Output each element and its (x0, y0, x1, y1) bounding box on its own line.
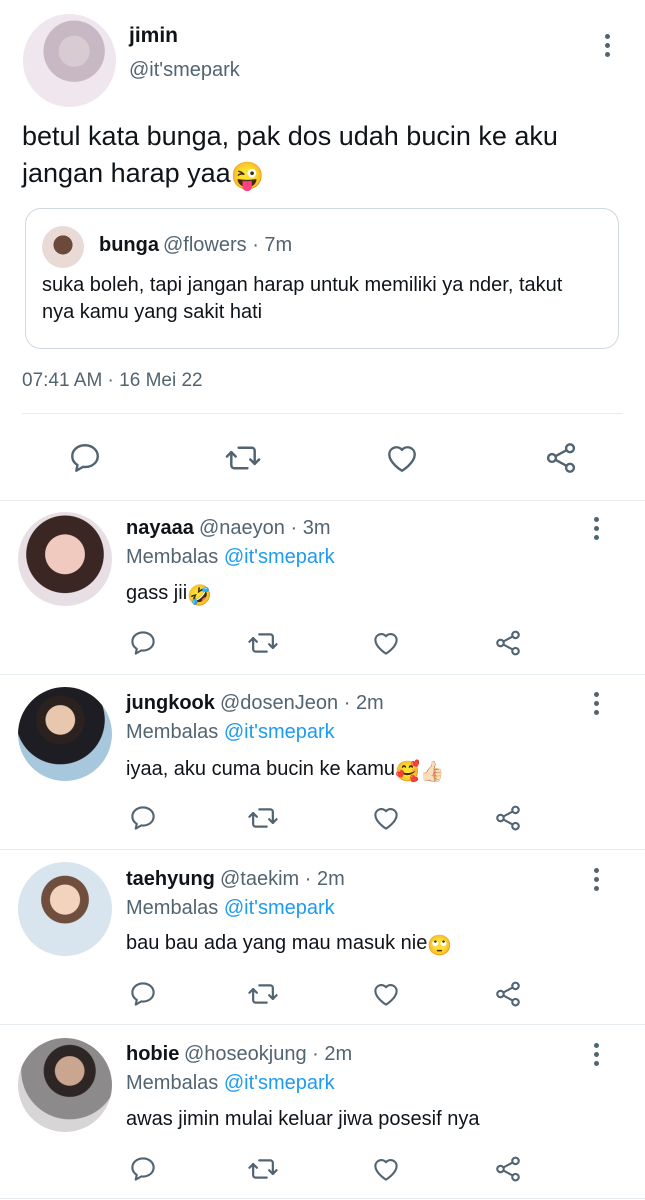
avatar-jimin[interactable] (23, 14, 116, 107)
avatar-jungkook[interactable] (18, 687, 112, 781)
reply-text: bau bau ada yang mau masuk nie🙄 (126, 932, 452, 958)
divider (0, 674, 645, 675)
author-handle[interactable]: @it'smepark (129, 59, 240, 82)
heart-icon[interactable] (370, 803, 402, 833)
quoted-text-line2: nya kamu yang sakit hati (42, 301, 263, 323)
reply-text-body: gass jii (126, 582, 188, 604)
speech-bubble-icon[interactable] (67, 440, 103, 476)
more-vertical-icon[interactable] (593, 1043, 599, 1069)
reply-text-body: awas jimin mulai keluar jiwa posesif nya (126, 1108, 480, 1130)
retweet-icon[interactable] (247, 979, 279, 1009)
heart-icon[interactable] (370, 1154, 402, 1184)
reply-text: gass jii🤣 (126, 582, 212, 608)
tweet-text-line1: betul kata bunga, pak dos udah bucin ke … (22, 121, 558, 151)
replying-to: Membalas @it'smepark (126, 546, 335, 569)
avatar-bunga (42, 226, 84, 268)
divider (0, 849, 645, 850)
retweet-icon[interactable] (247, 803, 279, 833)
divider (0, 1198, 645, 1199)
replying-prefix: Membalas (126, 721, 219, 743)
reply-text: iyaa, aku cuma bucin ke kamu🥰👍🏻 (126, 758, 445, 784)
avatar-hobie[interactable] (18, 1038, 112, 1132)
replying-to-link[interactable]: @it'smepark (224, 721, 335, 743)
reply-emoji: 🙄 (427, 935, 453, 957)
more-vertical-icon[interactable] (593, 517, 599, 543)
replying-to-link[interactable]: @it'smepark (224, 897, 335, 919)
more-vertical-icon[interactable] (604, 34, 610, 60)
avatar-taehyung[interactable] (18, 862, 112, 956)
reply-author-name[interactable]: hobie (126, 1043, 179, 1066)
speech-bubble-icon[interactable] (128, 979, 158, 1009)
reply-author-meta: @taekim · 2m (220, 868, 345, 890)
more-vertical-icon[interactable] (593, 868, 599, 894)
share-icon[interactable] (542, 440, 580, 476)
tweet-emoji: 😜 (230, 161, 265, 191)
tweet-text: betul kata bunga, pak dos udah bucin ke … (22, 118, 622, 195)
quoted-text-line1: suka boleh, tapi jangan harap untuk memi… (42, 274, 563, 296)
reply-author-name[interactable]: nayaaa (126, 517, 194, 540)
reply-text: awas jimin mulai keluar jiwa posesif nya (126, 1108, 479, 1131)
heart-icon[interactable] (370, 979, 402, 1009)
divider (22, 413, 623, 414)
reply-author-meta: @dosenJeon · 2m (220, 692, 384, 714)
replying-to-link[interactable]: @it'smepark (224, 1072, 335, 1094)
quoted-tweet-text: suka boleh, tapi jangan harap untuk memi… (42, 272, 607, 326)
avatar-nayaaa[interactable] (18, 512, 112, 606)
speech-bubble-icon[interactable] (128, 1154, 158, 1184)
replying-to: Membalas @it'smepark (126, 1072, 335, 1095)
quoted-author-name: bunga (99, 234, 159, 256)
tweet-timestamp: 07:41 AM · 16 Mei 22 (22, 370, 203, 391)
replying-prefix: Membalas (126, 897, 219, 919)
reply-author-meta: @naeyon · 3m (199, 517, 331, 539)
speech-bubble-icon[interactable] (128, 628, 158, 658)
divider (0, 1024, 645, 1025)
reply-author-meta: @hoseokjung · 2m (184, 1043, 353, 1065)
divider (0, 500, 645, 501)
reply-emoji: 🥰👍🏻 (395, 761, 445, 783)
share-icon[interactable] (492, 1154, 524, 1184)
tweet-text-line2: jangan harap yaa (22, 158, 231, 188)
replying-to: Membalas @it'smepark (126, 897, 335, 920)
retweet-icon[interactable] (247, 628, 279, 658)
share-icon[interactable] (492, 803, 524, 833)
replying-prefix: Membalas (126, 546, 219, 568)
heart-icon[interactable] (370, 628, 402, 658)
reply-author-name[interactable]: taehyung (126, 868, 215, 891)
replying-to-link[interactable]: @it'smepark (224, 546, 335, 568)
speech-bubble-icon[interactable] (128, 803, 158, 833)
replying-prefix: Membalas (126, 1072, 219, 1094)
quoted-author-meta: @flowers · 7m (163, 234, 293, 256)
retweet-icon[interactable] (224, 440, 262, 476)
reply-text-body: bau bau ada yang mau masuk nie (126, 932, 428, 954)
share-icon[interactable] (492, 979, 524, 1009)
heart-icon[interactable] (383, 440, 421, 476)
reply-emoji: 🤣 (187, 585, 213, 607)
retweet-icon[interactable] (247, 1154, 279, 1184)
reply-author-name[interactable]: jungkook (126, 692, 215, 715)
author-name[interactable]: jimin (129, 24, 178, 48)
replying-to: Membalas @it'smepark (126, 721, 335, 744)
reply-text-body: iyaa, aku cuma bucin ke kamu (126, 758, 396, 780)
more-vertical-icon[interactable] (593, 692, 599, 718)
share-icon[interactable] (492, 628, 524, 658)
